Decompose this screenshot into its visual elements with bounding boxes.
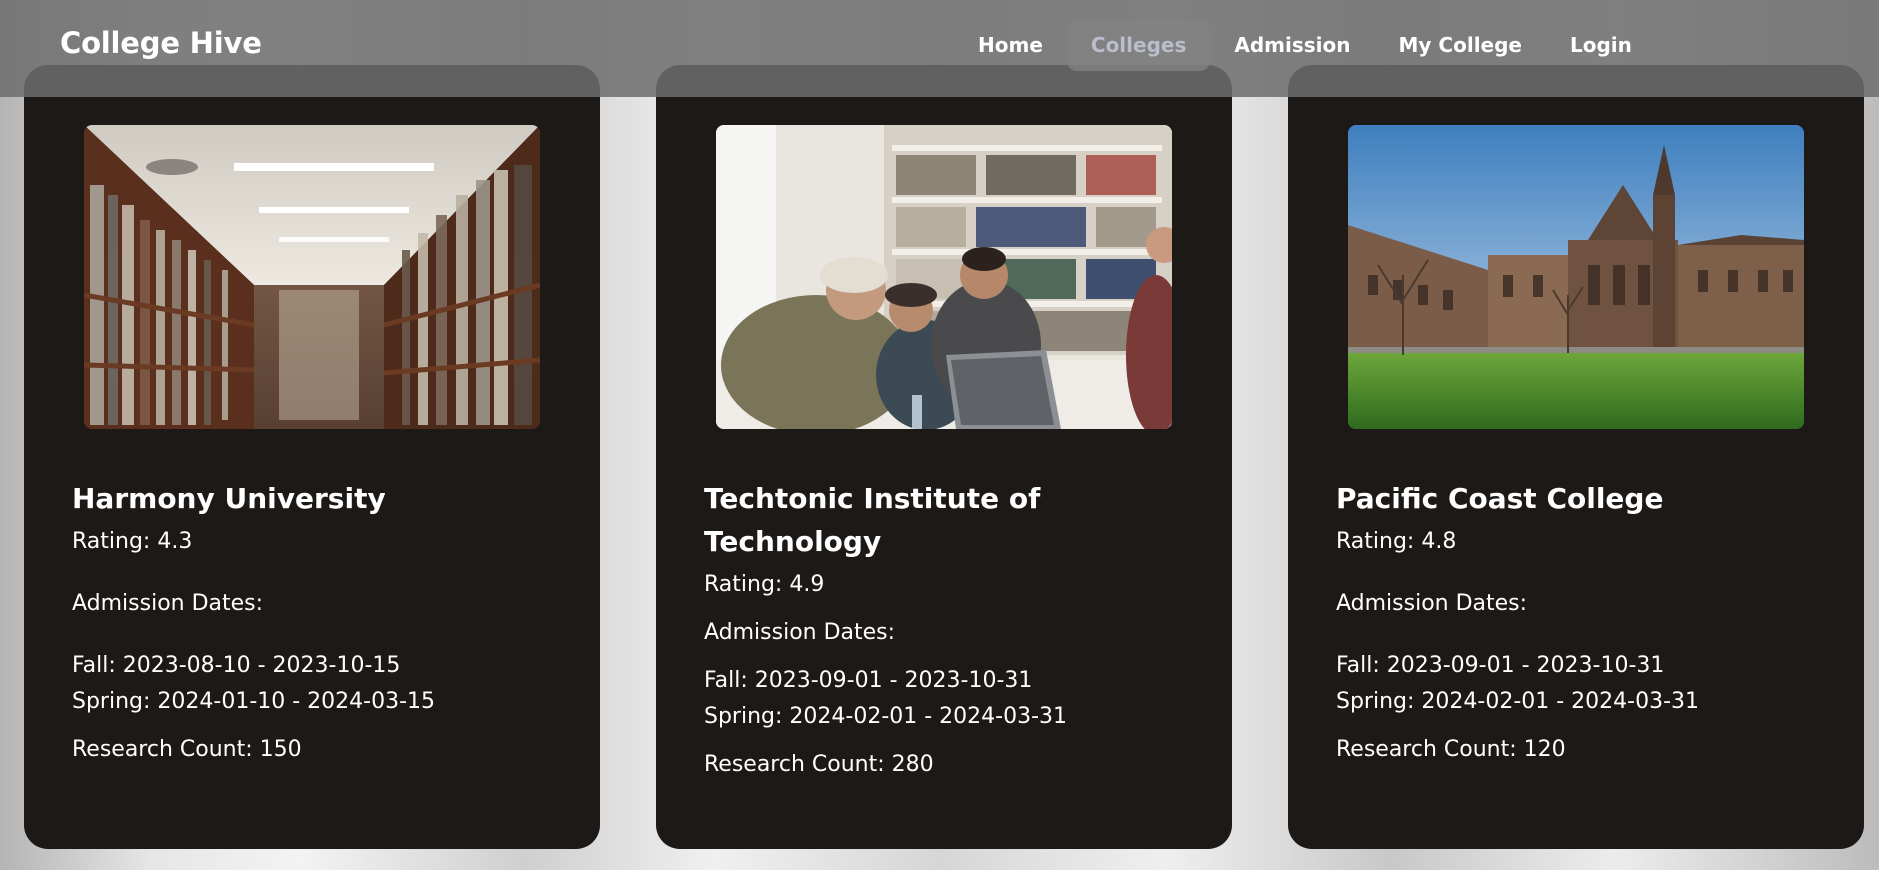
students-laptop-photo xyxy=(716,125,1172,429)
nav-link-admission[interactable]: Admission xyxy=(1210,19,1374,71)
nav-link-my-college[interactable]: My College xyxy=(1375,19,1546,71)
college-name: Pacific Coast College xyxy=(1336,482,1664,515)
admission-dates-heading: Admission Dates: xyxy=(704,620,896,645)
college-name: Harmony University xyxy=(72,482,386,515)
card-body: Techtonic Institute of Technology Rating… xyxy=(704,477,1184,783)
card-body: Pacific Coast College Rating: 4.8 Admiss… xyxy=(1336,477,1816,768)
fall-admission-dates: Fall: 2023-08-10 - 2023-10-15 xyxy=(72,653,401,678)
spring-admission-dates: Spring: 2024-01-10 - 2024-03-15 xyxy=(72,689,436,714)
library-aisle-photo xyxy=(84,125,540,429)
nav-link-colleges[interactable]: Colleges xyxy=(1066,19,1211,71)
navbar: College Hive Home Colleges Admission My … xyxy=(0,0,1879,97)
spring-admission-dates: Spring: 2024-02-01 - 2024-03-31 xyxy=(1336,689,1700,714)
admission-dates-heading: Admission Dates: xyxy=(72,591,264,616)
college-rating: Rating: 4.3 xyxy=(72,529,193,554)
card-body: Harmony University Rating: 4.3 Admission… xyxy=(72,477,552,768)
research-count: Research Count: 150 xyxy=(72,737,302,762)
nav-links: Home Colleges Admission My College Login xyxy=(954,19,1656,71)
nav-link-home[interactable]: Home xyxy=(954,19,1067,71)
fall-admission-dates: Fall: 2023-09-01 - 2023-10-31 xyxy=(704,668,1033,693)
fall-admission-dates: Fall: 2023-09-01 - 2023-10-31 xyxy=(1336,653,1665,678)
college-card[interactable]: Harmony University Rating: 4.3 Admission… xyxy=(24,65,600,849)
research-count: Research Count: 280 xyxy=(704,752,934,777)
college-card[interactable]: Pacific Coast College Rating: 4.8 Admiss… xyxy=(1288,65,1864,849)
nav-link-login[interactable]: Login xyxy=(1546,19,1656,71)
research-count: Research Count: 120 xyxy=(1336,737,1566,762)
college-card[interactable]: Techtonic Institute of Technology Rating… xyxy=(656,65,1232,849)
college-cards: Harmony University Rating: 4.3 Admission… xyxy=(24,65,1864,849)
brand-logo-text[interactable]: College Hive xyxy=(60,26,262,60)
college-rating: Rating: 4.8 xyxy=(1336,529,1457,554)
college-name: Techtonic Institute of Technology xyxy=(704,482,1041,558)
college-rating: Rating: 4.9 xyxy=(704,572,825,597)
campus-building-photo xyxy=(1348,125,1804,429)
spring-admission-dates: Spring: 2024-02-01 - 2024-03-31 xyxy=(704,704,1068,729)
admission-dates-heading: Admission Dates: xyxy=(1336,591,1528,616)
